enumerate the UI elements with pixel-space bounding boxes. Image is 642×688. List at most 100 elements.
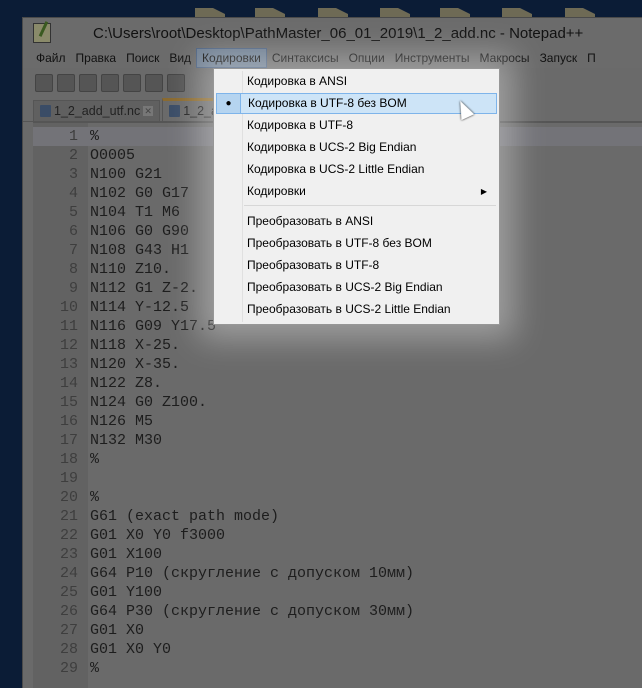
- line-text: G01 X0 Y0 f3000: [90, 527, 226, 544]
- menu-item-encode-2[interactable]: Кодировка в UTF-8: [216, 115, 497, 136]
- print-icon[interactable]: [167, 74, 185, 92]
- line-number: 28: [59, 641, 78, 658]
- menu-item-convert-1[interactable]: Преобразовать в UTF-8 без BOM: [216, 233, 497, 254]
- line-text: G64 P30 (скругление с допуском 30мм): [90, 603, 415, 620]
- open-file-icon[interactable]: [57, 74, 75, 92]
- menu-3[interactable]: Вид: [164, 49, 196, 67]
- code-line: 19: [33, 469, 642, 488]
- menu-item-label: Кодировка в UCS-2 Big Endian: [247, 140, 417, 154]
- save-icon[interactable]: [79, 74, 97, 92]
- new-file-icon[interactable]: [35, 74, 53, 92]
- menu-item-encode-3[interactable]: Кодировка в UCS-2 Big Endian: [216, 137, 497, 158]
- title-bar: C:\Users\root\Desktop\PathMaster_06_01_2…: [23, 18, 642, 48]
- line-number: 2: [68, 147, 78, 164]
- line-text: N118 X-25.: [90, 337, 181, 354]
- menu-item-encode-4[interactable]: Кодировка в UCS-2 Little Endian: [216, 159, 497, 180]
- line-number: 10: [59, 299, 78, 316]
- code-line: 20%: [33, 488, 642, 507]
- menu-7[interactable]: Инструменты: [390, 49, 475, 67]
- code-line: 22 G01 X0 Y0 f3000: [33, 526, 642, 545]
- line-text: N116 G09 Y17.5: [90, 318, 217, 335]
- radio-bullet-icon: ●: [217, 94, 241, 113]
- code-line: 17 N132 M30: [33, 431, 642, 450]
- line-number: 26: [59, 603, 78, 620]
- line-number: 18: [59, 451, 78, 468]
- menu-item-label: Кодировка в UTF-8 без BOM: [248, 96, 407, 110]
- line-text: G64 P10 (скругление с допуском 10мм): [90, 565, 415, 582]
- line-number: 3: [68, 166, 78, 183]
- line-text: %: [90, 660, 100, 677]
- menu-item-encode-5[interactable]: Кодировки ▶: [216, 181, 497, 202]
- code-line: 27 G01 X0: [33, 621, 642, 640]
- line-text: N126 M5: [90, 413, 154, 430]
- line-number: 27: [59, 622, 78, 639]
- file-saved-icon: [40, 105, 51, 117]
- line-number: 19: [59, 470, 78, 487]
- line-number: 12: [59, 337, 78, 354]
- menu-5[interactable]: Синтаксисы: [267, 49, 344, 67]
- menu-item-label: Преобразовать в ANSI: [247, 214, 374, 228]
- menu-item-convert-2[interactable]: Преобразовать в UTF-8: [216, 255, 497, 276]
- line-text: N106 G0 G90: [90, 223, 190, 240]
- file-saved-icon: [169, 105, 181, 117]
- code-line: 26 G64 P30 (скругление с допуском 30мм): [33, 602, 642, 621]
- line-number: 22: [59, 527, 78, 544]
- menu-item-convert-3[interactable]: Преобразовать в UCS-2 Big Endian: [216, 277, 497, 298]
- line-text: G01 X0 Y0: [90, 641, 172, 658]
- code-line: 28 G01 X0 Y0: [33, 640, 642, 659]
- line-number: 1: [68, 128, 78, 145]
- line-number: 8: [68, 261, 78, 278]
- tab-file[interactable]: 1_2_add_utf.nc ✕: [33, 100, 161, 121]
- line-text: %: [90, 128, 100, 145]
- menu-2[interactable]: Поиск: [121, 49, 164, 67]
- line-text: N110 Z10.: [90, 261, 172, 278]
- line-number: 9: [68, 280, 78, 297]
- menu-bar: Файл Правка Поиск Вид Кодировки Синтаксисы Опц…: [23, 48, 642, 68]
- menu-1[interactable]: Правка: [71, 49, 122, 67]
- line-number: 4: [68, 185, 78, 202]
- code-line: 13 N120 X-35.: [33, 355, 642, 374]
- line-number: 21: [59, 508, 78, 525]
- menu-item-convert-0[interactable]: Преобразовать в ANSI: [216, 211, 497, 232]
- menu-9[interactable]: Запуск: [535, 49, 583, 67]
- code-line: 15 N124 G0 Z100.: [33, 393, 642, 412]
- line-text: N124 G0 Z100.: [90, 394, 208, 411]
- code-line: 14 N122 Z8.: [33, 374, 642, 393]
- window-title: C:\Users\root\Desktop\PathMaster_06_01_2…: [93, 25, 584, 42]
- close-all-icon[interactable]: [145, 74, 163, 92]
- line-number: 7: [68, 242, 78, 259]
- line-number: 17: [59, 432, 78, 449]
- line-text: G01 Y100: [90, 584, 163, 601]
- save-all-icon[interactable]: [101, 74, 119, 92]
- line-number: 11: [59, 318, 78, 335]
- menu-4[interactable]: Кодировки: [196, 48, 267, 68]
- menu-item-label: Кодировка в ANSI: [247, 74, 348, 88]
- code-line: 16 N126 M5: [33, 412, 642, 431]
- line-text: N102 G0 G17: [90, 185, 190, 202]
- close-icon[interactable]: [123, 74, 141, 92]
- notepadpp-app-icon: [33, 23, 51, 43]
- line-text: O0005: [90, 147, 136, 164]
- menu-0[interactable]: Файл: [31, 49, 71, 67]
- line-text: %: [90, 489, 100, 506]
- menu-item-convert-4[interactable]: Преобразовать в UCS-2 Little Endian: [216, 299, 497, 320]
- line-number: 24: [59, 565, 78, 582]
- line-text: N132 M30: [90, 432, 163, 449]
- line-number: 29: [59, 660, 78, 677]
- code-line: 24 G64 P10 (скругление с допуском 10мм): [33, 564, 642, 583]
- menu-separator: [244, 205, 496, 206]
- menu-6[interactable]: Опции: [344, 49, 390, 67]
- line-text: N108 G43 H1: [90, 242, 190, 259]
- code-line: 23 G01 X100: [33, 545, 642, 564]
- menu-8[interactable]: Макросы: [475, 49, 535, 67]
- line-number: 14: [59, 375, 78, 392]
- line-text: G61 (exact path mode): [90, 508, 280, 525]
- menu-item-encode-0[interactable]: Кодировка в ANSI: [216, 71, 497, 92]
- tab-close-icon[interactable]: ✕: [143, 106, 154, 116]
- line-number: 23: [59, 546, 78, 563]
- line-text: G01 X100: [90, 546, 163, 563]
- line-number: 5: [68, 204, 78, 221]
- menu-10[interactable]: П: [582, 49, 601, 67]
- line-text: %: [90, 451, 100, 468]
- menu-item-label: Преобразовать в UTF-8: [247, 258, 380, 272]
